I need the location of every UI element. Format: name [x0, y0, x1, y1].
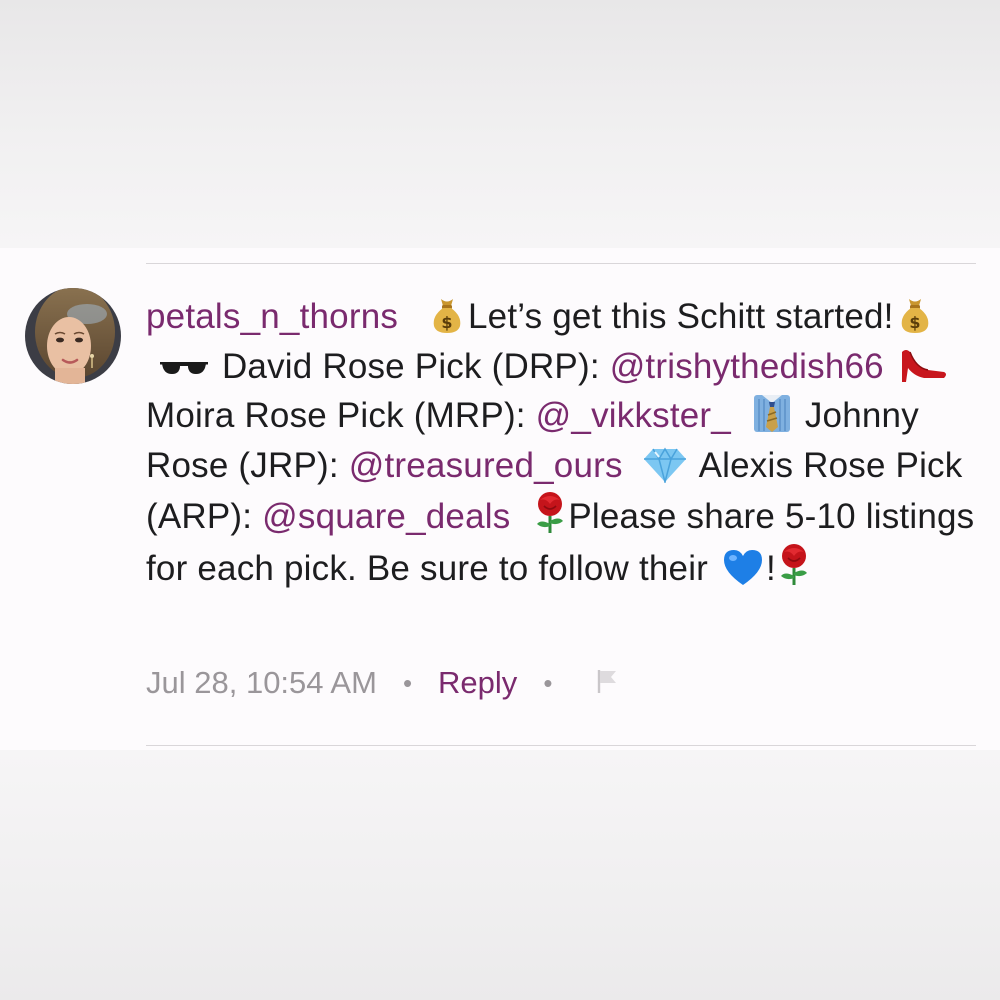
gem-icon	[643, 447, 687, 483]
high-heel-icon	[898, 346, 948, 384]
comment-username[interactable]: petals_n_thorns	[146, 297, 398, 336]
necktie-shirt-icon	[753, 393, 791, 433]
blue-heart-icon	[722, 548, 764, 586]
mention-link[interactable]: @square_deals	[262, 497, 510, 536]
rose-icon	[532, 490, 568, 534]
top-background	[0, 0, 1000, 248]
mention-link[interactable]: @treasured_ours	[349, 446, 623, 485]
comment-text-4: Moira Rose Pick (MRP):	[146, 396, 526, 435]
money-bag-icon: $	[430, 296, 464, 334]
avatar[interactable]	[25, 288, 121, 384]
reply-button[interactable]: Reply	[438, 663, 517, 703]
mention-link[interactable]: @trishythedish66	[610, 347, 884, 386]
comment-meta: Jul 28, 10:54 AM • Reply •	[146, 662, 618, 704]
svg-text:$: $	[909, 313, 920, 332]
svg-text:$: $	[441, 313, 452, 332]
comment-text-2: started!	[775, 297, 894, 336]
flag-icon[interactable]	[596, 664, 618, 704]
mention-link[interactable]: @_vikkster_	[536, 396, 731, 435]
rose-icon	[776, 542, 812, 586]
comment-text-1: Let’s get this Schitt	[468, 297, 766, 336]
comment-text-3: David Rose Pick (DRP):	[221, 346, 600, 386]
meta-separator: •	[402, 668, 413, 698]
sunglasses-icon	[160, 360, 208, 376]
meta-separator: •	[543, 668, 553, 698]
divider-bottom	[146, 745, 976, 746]
money-bag-icon: $	[898, 296, 932, 334]
comment-text: petals_n_thorns $ Let’s get this Schitt …	[146, 292, 976, 593]
comment-card: petals_n_thorns $ Let’s get this Schitt …	[0, 248, 1000, 750]
comment-text-8: !	[765, 548, 776, 588]
bottom-background	[0, 750, 1000, 1000]
comment-timestamp: Jul 28, 10:54 AM	[146, 665, 377, 700]
divider-top	[146, 263, 976, 264]
